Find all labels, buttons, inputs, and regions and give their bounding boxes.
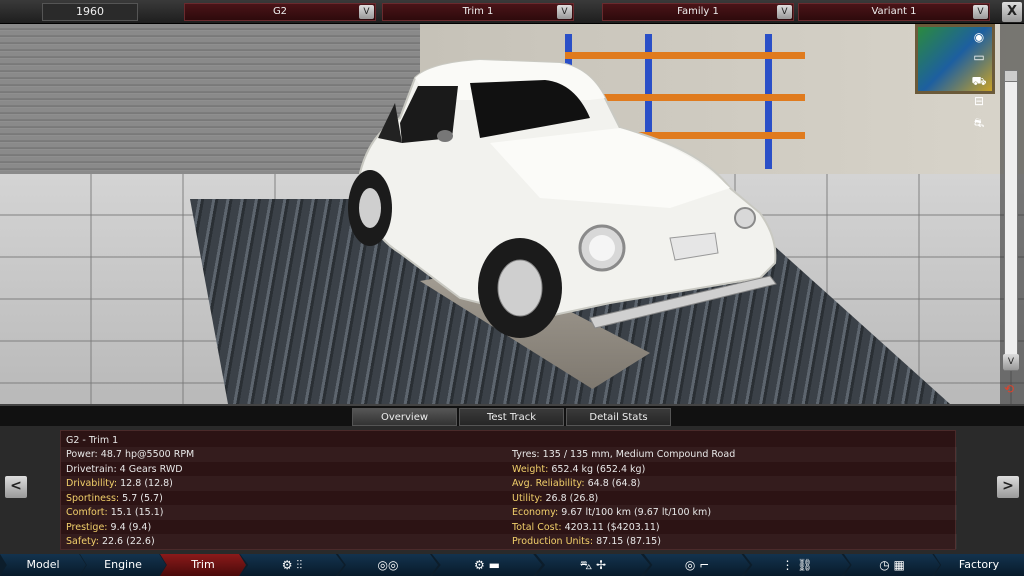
interior-icon[interactable]: ◎ ⌐ bbox=[644, 554, 750, 576]
stat-drivability: Drivability: 12.8 (12.8) bbox=[66, 478, 173, 489]
chevron-down-icon[interactable]: V bbox=[557, 5, 572, 19]
year-display[interactable]: 1960 bbox=[42, 3, 138, 21]
prev-button[interactable]: < bbox=[5, 476, 27, 498]
stat-drivetrain: Drivetrain: 4 Gears RWD bbox=[66, 463, 183, 475]
car-model bbox=[348, 58, 777, 338]
game-screen: 1960 G2 V Trim 1 V Family 1 V Variant 1 … bbox=[0, 0, 1024, 576]
nav-factory[interactable]: Factory bbox=[934, 554, 1024, 576]
rotate-icon[interactable]: ⟲ bbox=[996, 382, 1022, 396]
zoom-slider[interactable] bbox=[1004, 76, 1018, 371]
chevron-down-icon[interactable]: V bbox=[359, 5, 374, 19]
chevron-down-icon[interactable]: V bbox=[1003, 354, 1019, 370]
stat-economy: Economy: 9.67 lt/100 km (9.67 lt/100 km) bbox=[512, 507, 712, 518]
stats-title: G2 - Trim 1 bbox=[66, 435, 119, 446]
body-fan-icon[interactable]: ⛍ ✢ bbox=[536, 554, 650, 576]
family-dropdown-value: Family 1 bbox=[677, 6, 719, 17]
family-dropdown[interactable]: Family 1 V bbox=[602, 3, 794, 21]
test-finish-icon[interactable]: ◷ ▦ bbox=[844, 554, 940, 576]
stats-panel: < > G2 - Trim 1 Power: 48.7 hp@5500 RPM … bbox=[0, 426, 1024, 554]
stat-production-units: Production Units: 87.15 (87.15) bbox=[512, 536, 661, 547]
stat-tyres: Tyres: 135 / 135 mm, Medium Compound Roa… bbox=[512, 449, 736, 460]
top-bar: 1960 G2 V Trim 1 V Family 1 V Variant 1 … bbox=[0, 0, 1024, 24]
suspension-icon[interactable]: ⋮ ⛓ bbox=[744, 554, 850, 576]
chevron-down-icon[interactable]: V bbox=[973, 5, 988, 19]
model-dropdown-value: G2 bbox=[272, 6, 288, 17]
tab-overview[interactable]: Overview bbox=[352, 408, 457, 426]
variant-dropdown-value: Variant 1 bbox=[871, 6, 917, 17]
stat-comfort: Comfort: 15.1 (15.1) bbox=[66, 507, 164, 518]
stat-weight: Weight: 652.4 kg (652.4 kg) bbox=[512, 463, 646, 475]
trim-dropdown[interactable]: Trim 1 V bbox=[382, 3, 574, 21]
car-viewport[interactable]: ◉ ▭ ⛟ ⊟ ⛐ V ⟲ bbox=[0, 24, 1024, 404]
bottom-nav: Model Engine Trim ⚙ ⫶⫶ ◎◎ ⚙ ▬ ⛍ ✢ ◎ ⌐ ⋮ … bbox=[0, 554, 1024, 576]
stats-table: G2 - Trim 1 Power: 48.7 hp@5500 RPM Driv… bbox=[60, 430, 957, 550]
view-front-icon[interactable]: ▭ bbox=[966, 50, 992, 64]
nav-trim[interactable]: Trim bbox=[160, 554, 246, 576]
variant-dropdown[interactable]: Variant 1 V bbox=[798, 3, 990, 21]
close-button[interactable]: X bbox=[1002, 2, 1022, 22]
info-tabs: Overview Test Track Detail Stats bbox=[0, 404, 1024, 426]
stat-reliability: Avg. Reliability: 64.8 (64.8) bbox=[512, 478, 641, 489]
tab-detail-stats[interactable]: Detail Stats bbox=[566, 408, 671, 426]
car-side-icon[interactable]: ⛟ bbox=[966, 74, 992, 88]
wheels-icon[interactable]: ◎◎ bbox=[338, 554, 438, 576]
camera-icon[interactable]: ◉ bbox=[966, 30, 992, 44]
nav-model[interactable]: Model bbox=[0, 554, 86, 576]
next-button[interactable]: > bbox=[997, 476, 1019, 498]
chassis-icon[interactable]: ⚙ ▬ bbox=[432, 554, 542, 576]
zoom-slider-thumb[interactable] bbox=[1004, 70, 1018, 82]
stat-utility: Utility: 26.8 (26.8) bbox=[512, 492, 599, 504]
tab-test-track[interactable]: Test Track bbox=[459, 408, 564, 426]
chevron-down-icon[interactable]: V bbox=[777, 5, 792, 19]
model-dropdown[interactable]: G2 V bbox=[184, 3, 376, 21]
car-rear-icon[interactable]: ⛐ bbox=[966, 116, 992, 130]
stat-power: Power: 48.7 hp@5500 RPM bbox=[66, 449, 195, 460]
trim-dropdown-value: Trim 1 bbox=[462, 6, 494, 17]
gearbox-icon[interactable]: ⚙ ⫶⫶ bbox=[240, 554, 344, 576]
nav-engine[interactable]: Engine bbox=[80, 554, 166, 576]
stat-safety: Safety: 22.6 (22.6) bbox=[66, 536, 155, 547]
car-top-icon[interactable]: ⊟ bbox=[966, 94, 992, 108]
stat-total-cost: Total Cost: 4203.11 ($4203.11) bbox=[512, 521, 660, 533]
stat-sportiness: Sportiness: 5.7 (5.7) bbox=[66, 492, 163, 504]
stat-prestige: Prestige: 9.4 (9.4) bbox=[66, 521, 152, 533]
